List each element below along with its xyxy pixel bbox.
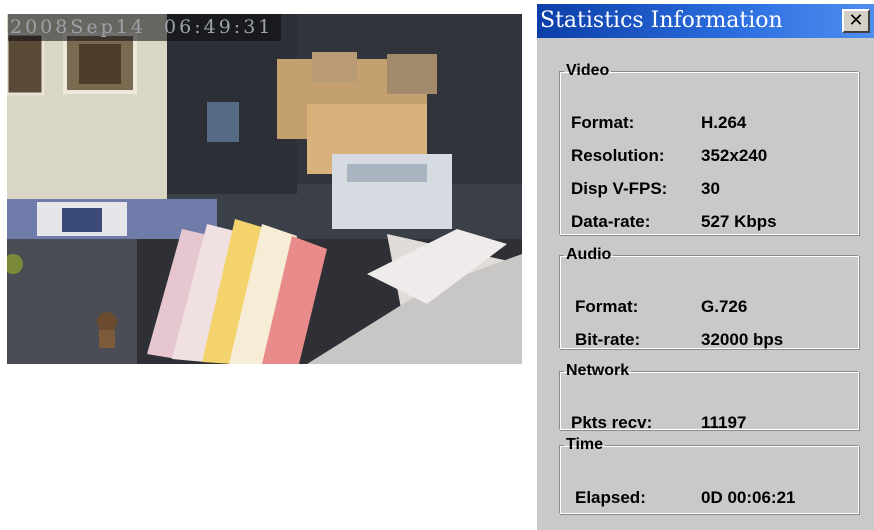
screen: 2008Sep14 06:49:31 Statistics Informatio… — [0, 0, 874, 530]
close-icon: ✕ — [848, 10, 864, 31]
video-fps-label: Disp V-FPS: — [571, 179, 668, 198]
audio-format-value: G.726 — [701, 297, 748, 316]
camera-frame-image — [7, 14, 522, 364]
network-group-legend: Network — [566, 362, 630, 379]
video-resolution-label: Resolution: — [571, 146, 665, 165]
video-format-value: H.264 — [701, 113, 747, 132]
video-fps-value: 30 — [701, 179, 720, 198]
audio-format-label: Format: — [575, 297, 639, 316]
audio-bitrate-value: 32000 bps — [701, 330, 784, 349]
time-elapsed-label: Elapsed: — [575, 488, 646, 507]
close-button[interactable]: ✕ — [842, 9, 870, 33]
audio-group: Audio Format: G.726 Bit-rate: 32000 bps — [559, 246, 859, 349]
network-group: Network Pkts recv: 11197 — [559, 362, 859, 432]
video-format-label: Format: — [571, 113, 635, 132]
network-pkts-label: Pkts recv: — [571, 413, 653, 432]
video-resolution-value: 352x240 — [701, 146, 768, 165]
time-group: Time Elapsed: 0D 00:06:21 — [559, 436, 859, 514]
audio-group-legend: Audio — [566, 246, 612, 263]
video-group-legend: Video — [566, 62, 610, 79]
dialog-titlebar[interactable]: Statistics Information ✕ — [537, 4, 874, 38]
camera-video-view: 2008Sep14 06:49:31 — [7, 14, 522, 364]
network-pkts-value: 11197 — [701, 413, 747, 432]
time-group-legend: Time — [566, 436, 604, 453]
statistics-dialog: Statistics Information ✕ Video Format: H… — [536, 4, 874, 530]
video-datarate-label: Data-rate: — [571, 212, 651, 231]
video-group: Video Format: H.264 Resolution: 352x240 … — [559, 62, 859, 235]
video-datarate-value: 527 Kbps — [701, 212, 777, 231]
dialog-title: Statistics Information — [540, 8, 783, 33]
time-elapsed-value: 0D 00:06:21 — [701, 488, 796, 507]
audio-bitrate-label: Bit-rate: — [575, 330, 641, 349]
osd-timestamp: 2008Sep14 06:49:31 — [8, 14, 282, 41]
